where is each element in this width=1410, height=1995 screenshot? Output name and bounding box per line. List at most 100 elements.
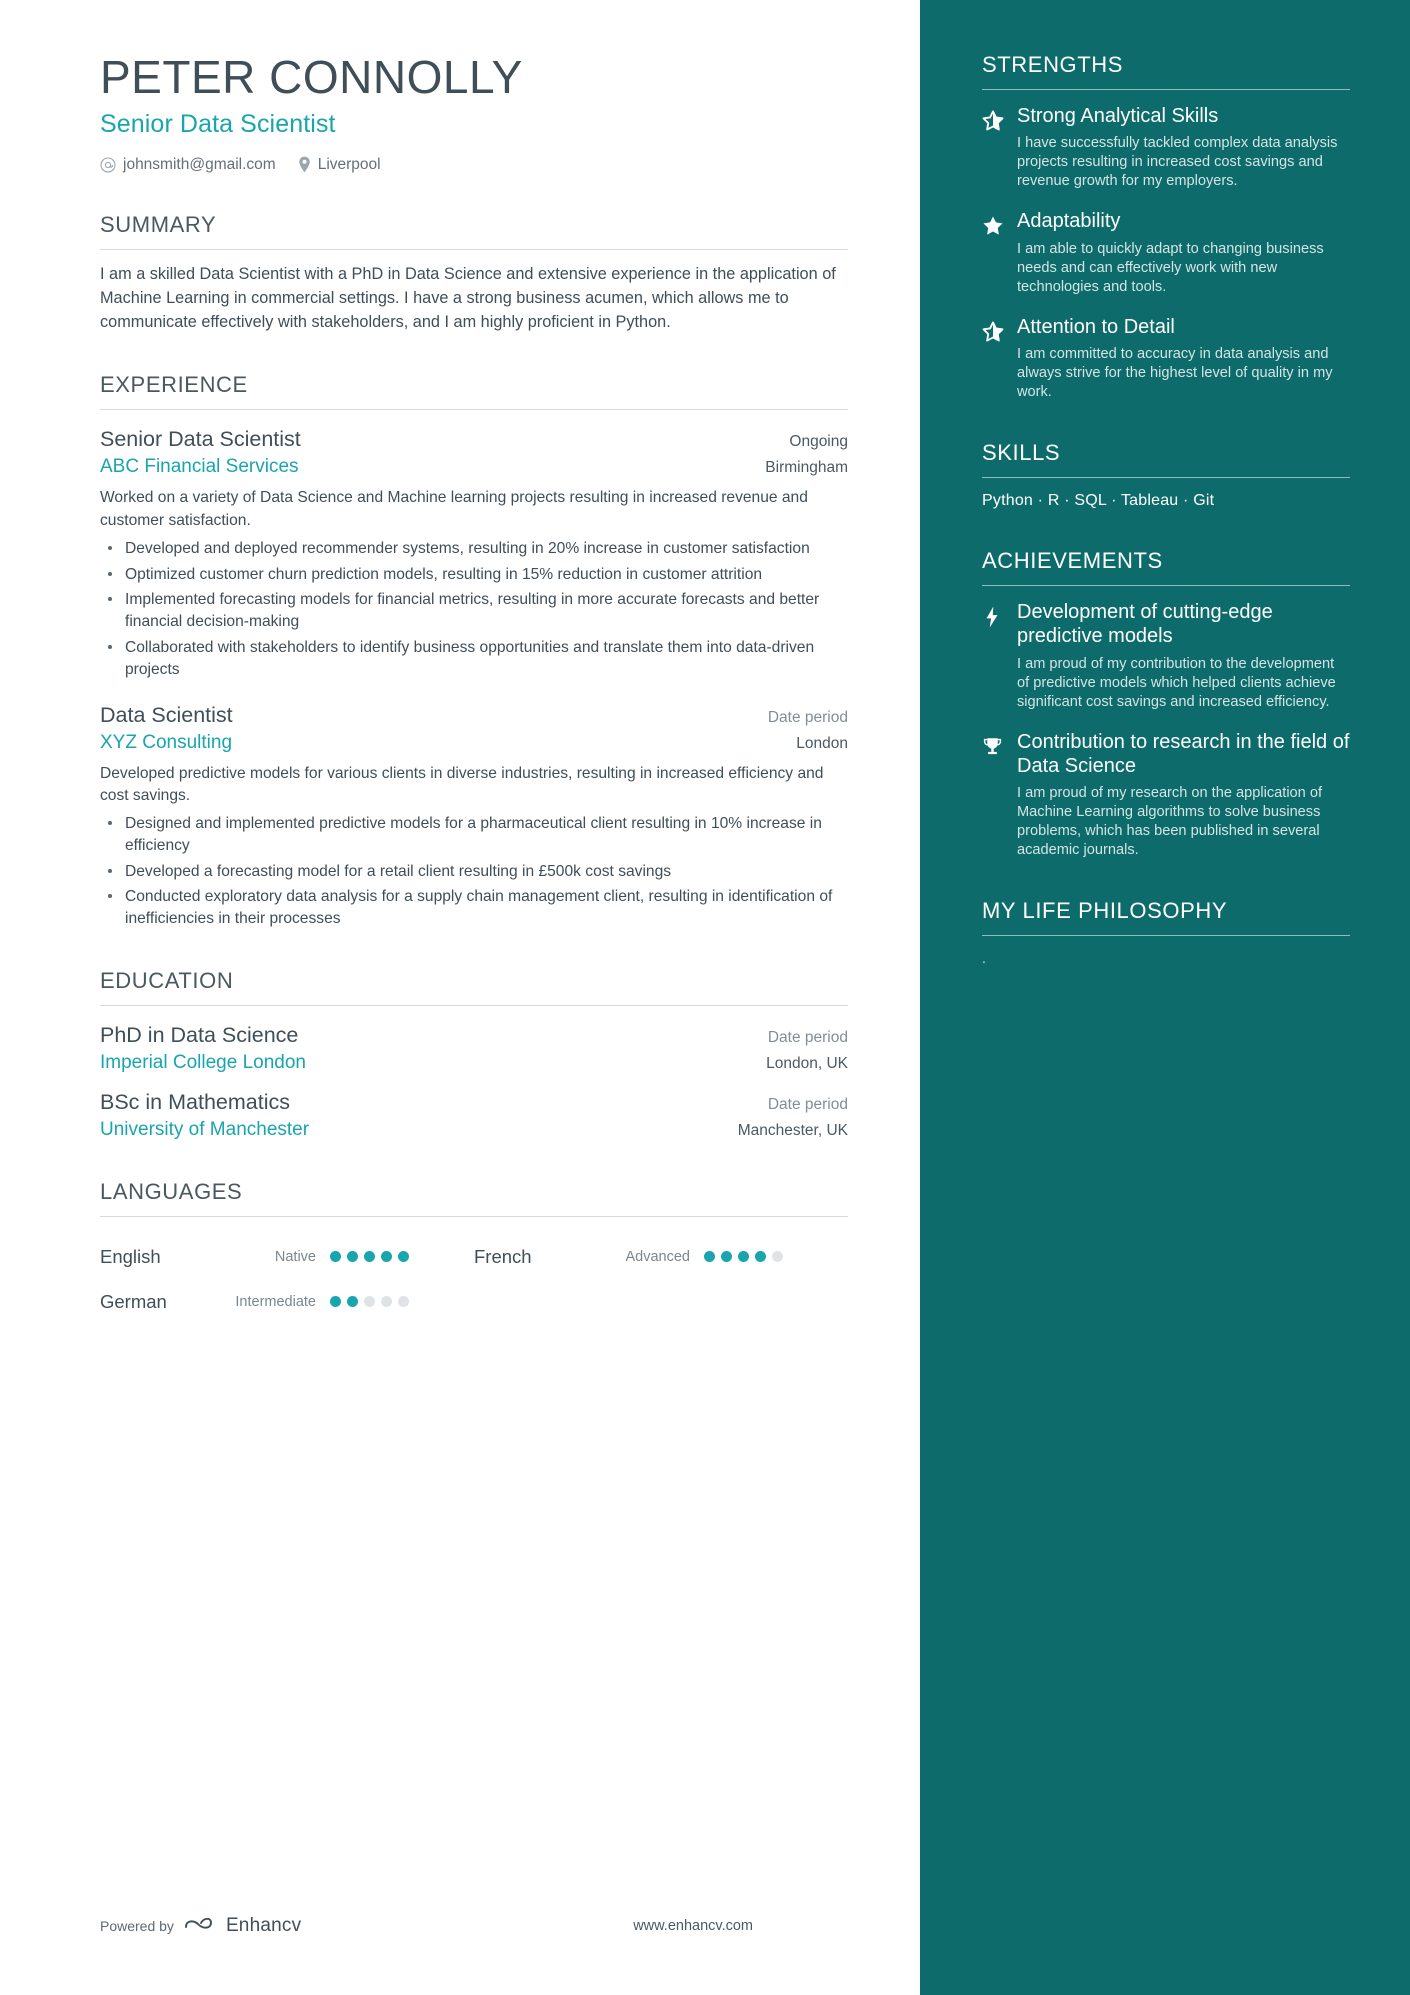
education-location: London, UK bbox=[766, 1055, 848, 1073]
section-skills: SKILLS Python · R · SQL · Tableau · Git bbox=[982, 440, 1350, 510]
education-heading: EDUCATION bbox=[100, 968, 848, 1007]
education-title: PhD in Data Science bbox=[100, 1023, 299, 1048]
rating-dot bbox=[347, 1251, 358, 1263]
education-entry: BSc in Mathematics Date period Universit… bbox=[100, 1090, 848, 1141]
section-experience: EXPERIENCE Senior Data Scientist Ongoing… bbox=[100, 372, 848, 930]
brand-name: Enhancv bbox=[225, 1914, 302, 1936]
contact-email-text: johnsmith@gmail.com bbox=[123, 155, 276, 173]
rating-dot bbox=[381, 1251, 392, 1263]
language-item: German Intermediate bbox=[100, 1279, 474, 1324]
rating-dot bbox=[364, 1296, 375, 1308]
strength-item: Adaptability I am able to quickly adapt … bbox=[982, 209, 1350, 296]
rating-dot bbox=[364, 1251, 375, 1263]
strengths-heading: STRENGTHS bbox=[982, 52, 1350, 90]
list-item: Optimized customer churn prediction mode… bbox=[100, 564, 848, 586]
experience-title: Data Scientist bbox=[100, 702, 233, 727]
achievement-text: I am proud of my contribution to the dev… bbox=[1017, 655, 1336, 710]
list-item: Designed and implemented predictive mode… bbox=[100, 813, 848, 857]
language-item: English Native bbox=[100, 1234, 474, 1279]
sidebar: STRENGTHS Strong Analytical Skills I hav… bbox=[920, 0, 1410, 1995]
contact-location: Liverpool bbox=[298, 156, 381, 174]
languages-heading: LANGUAGES bbox=[100, 1179, 848, 1218]
education-date: Date period bbox=[767, 1029, 848, 1047]
section-strengths: STRENGTHS Strong Analytical Skills I hav… bbox=[982, 52, 1350, 402]
education-entry: PhD in Data Science Date period Imperial… bbox=[100, 1023, 848, 1074]
languages-grid: English Native French Advanced German In… bbox=[100, 1234, 848, 1324]
philosophy-heading: MY LIFE PHILOSOPHY bbox=[982, 898, 1350, 937]
achievement-item: Contribution to research in the field of… bbox=[982, 730, 1350, 861]
strength-text: I am committed to accuracy in data analy… bbox=[1017, 345, 1333, 400]
language-name: French bbox=[474, 1245, 532, 1267]
language-item: French Advanced bbox=[474, 1234, 848, 1279]
skills-heading: SKILLS bbox=[982, 440, 1350, 478]
footer-brand: Powered by Enhancv bbox=[100, 1914, 301, 1937]
header-block: PETER CONNOLLY Senior Data Scientist joh… bbox=[100, 52, 848, 174]
language-rating bbox=[330, 1296, 409, 1308]
education-organization[interactable]: University of Manchester bbox=[100, 1119, 309, 1141]
experience-location: London bbox=[796, 734, 848, 752]
experience-entry: Senior Data Scientist Ongoing ABC Financ… bbox=[100, 427, 848, 680]
experience-bullets: Developed and deployed recommender syste… bbox=[100, 538, 848, 681]
star-half-icon bbox=[982, 104, 1004, 191]
education-title: BSc in Mathematics bbox=[100, 1090, 290, 1115]
rating-dot bbox=[330, 1251, 341, 1263]
education-organization[interactable]: Imperial College London bbox=[100, 1052, 306, 1074]
strength-title: Attention to Detail bbox=[1017, 315, 1175, 338]
map-pin-icon bbox=[298, 156, 311, 173]
education-date: Date period bbox=[767, 1096, 848, 1114]
rating-dot bbox=[738, 1251, 749, 1263]
experience-organization[interactable]: ABC Financial Services bbox=[100, 456, 299, 478]
strength-item: Strong Analytical Skills I have successf… bbox=[982, 104, 1350, 191]
contact-email[interactable]: johnsmith@gmail.com bbox=[100, 156, 276, 174]
achievement-item: Development of cutting-edge predictive m… bbox=[982, 600, 1350, 712]
star-half-icon bbox=[982, 315, 1004, 402]
section-education: EDUCATION PhD in Data Science Date perio… bbox=[100, 968, 848, 1141]
strength-text: I am able to quickly adapt to changing b… bbox=[1017, 240, 1324, 295]
language-level: Native bbox=[274, 1248, 316, 1265]
philosophy-text: . bbox=[982, 950, 986, 967]
rating-dot bbox=[398, 1296, 409, 1308]
language-level: Intermediate bbox=[235, 1293, 316, 1310]
at-icon bbox=[100, 157, 116, 173]
education-location: Manchester, UK bbox=[737, 1122, 848, 1140]
powered-by-label: Powered by bbox=[100, 1917, 174, 1934]
strength-text: I have successfully tackled complex data… bbox=[1017, 135, 1338, 190]
section-summary: SUMMARY I am a skilled Data Scientist wi… bbox=[100, 212, 848, 335]
language-rating bbox=[330, 1251, 409, 1263]
rating-dot bbox=[347, 1296, 358, 1308]
language-name: German bbox=[100, 1290, 167, 1312]
list-item: Developed and deployed recommender syste… bbox=[100, 538, 848, 560]
achievement-title: Development of cutting-edge predictive m… bbox=[1017, 600, 1273, 648]
section-achievements: ACHIEVEMENTS Development of cutting-edge… bbox=[982, 548, 1350, 860]
rating-dot bbox=[755, 1251, 766, 1263]
experience-location: Birmingham bbox=[765, 459, 848, 477]
experience-organization[interactable]: XYZ Consulting bbox=[100, 732, 232, 754]
experience-description: Worked on a variety of Data Science and … bbox=[100, 489, 808, 529]
footer: Powered by Enhancv www.enhancv.com bbox=[100, 1914, 848, 1937]
rating-dot bbox=[721, 1251, 732, 1263]
footer-website[interactable]: www.enhancv.com bbox=[633, 1918, 753, 1934]
section-languages: LANGUAGES English Native French Advanced… bbox=[100, 1179, 848, 1324]
list-item: Developed a forecasting model for a reta… bbox=[100, 861, 848, 883]
experience-heading: EXPERIENCE bbox=[100, 372, 848, 411]
list-item: Implemented forecasting models for finan… bbox=[100, 589, 848, 633]
experience-date: Date period bbox=[767, 708, 848, 726]
contact-row: johnsmith@gmail.com Liverpool bbox=[100, 156, 848, 174]
experience-entry: Data Scientist Date period XYZ Consultin… bbox=[100, 703, 848, 930]
experience-description: Developed predictive models for various … bbox=[100, 764, 824, 804]
trophy-icon bbox=[982, 730, 1004, 861]
strength-title: Adaptability bbox=[1017, 210, 1121, 233]
summary-text: I am a skilled Data Scientist with a PhD… bbox=[100, 264, 836, 331]
list-item: Collaborated with stakeholders to identi… bbox=[100, 637, 848, 681]
contact-location-text: Liverpool bbox=[317, 155, 381, 173]
rating-dot bbox=[330, 1296, 341, 1308]
experience-title: Senior Data Scientist bbox=[100, 427, 301, 452]
resume-page: PETER CONNOLLY Senior Data Scientist joh… bbox=[0, 0, 1410, 1995]
skills-list: Python · R · SQL · Tableau · Git bbox=[982, 491, 1215, 509]
page-title: PETER CONNOLLY bbox=[100, 51, 523, 103]
lightning-bolt-icon bbox=[982, 600, 1004, 712]
summary-heading: SUMMARY bbox=[100, 212, 848, 250]
achievement-title: Contribution to research in the field of… bbox=[1017, 730, 1350, 777]
experience-date: Ongoing bbox=[789, 433, 848, 451]
achievement-text: I am proud of my research on the applica… bbox=[1017, 785, 1323, 859]
